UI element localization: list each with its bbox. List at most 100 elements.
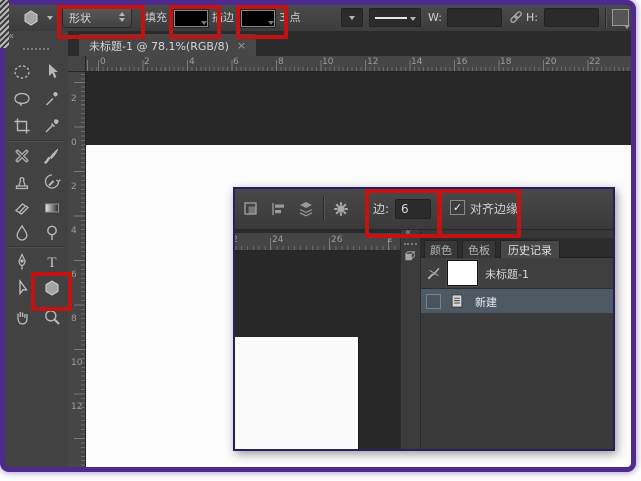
inset-options-bar: 边: 6 ✓ 对齐边缘 xyxy=(235,189,613,230)
clone-stamp-tool[interactable] xyxy=(10,170,34,194)
stroke-width-value[interactable]: 3 点 xyxy=(279,11,301,25)
path-arrangement-icon[interactable] xyxy=(296,199,316,219)
stroke-style-line-preview xyxy=(375,17,407,19)
tools-divider xyxy=(9,246,64,248)
ruler-corner xyxy=(68,56,86,72)
stroke-style-select[interactable] xyxy=(369,8,421,27)
history-source-icon[interactable] xyxy=(426,265,442,281)
horizontal-ruler[interactable]: 0 2 4 6 8 10 12 14 16 18 20 22 xyxy=(86,56,631,72)
hand-tool[interactable] xyxy=(10,305,34,329)
move-tool[interactable] xyxy=(40,60,64,84)
path-operations-icon[interactable] xyxy=(241,199,261,219)
tab-swatches[interactable]: 色板 xyxy=(462,240,496,258)
inset-document-page xyxy=(235,337,358,449)
ruler-number: 0 xyxy=(100,57,106,67)
history-step-label: 新建 xyxy=(475,294,497,310)
align-edges-label: 对齐边缘 xyxy=(470,202,518,216)
tool-mode-value: 形状 xyxy=(69,10,91,26)
ruler-number: 8 xyxy=(278,57,284,67)
tab-color[interactable]: 颜色 xyxy=(424,240,458,258)
ruler-number: 10 xyxy=(322,57,333,67)
dodge-tool[interactable] xyxy=(40,221,64,245)
link-dimensions-icon[interactable] xyxy=(507,8,525,26)
ruler-number: 4 xyxy=(71,226,77,236)
height-input[interactable] xyxy=(544,8,599,27)
sides-input[interactable]: 6 xyxy=(395,199,431,219)
path-operations-button[interactable] xyxy=(612,9,629,26)
eyedropper-tool[interactable] xyxy=(40,114,64,138)
history-brush-tool[interactable] xyxy=(40,170,64,194)
ruler-number: 0 xyxy=(71,138,77,148)
ruler-number: 6 xyxy=(71,270,77,280)
docked-panel-icon[interactable] xyxy=(403,249,419,265)
elliptical-marquee-tool[interactable] xyxy=(10,60,34,84)
panel-tab-row: 颜色 色板 历史记录 xyxy=(421,238,613,258)
tools-grip-handle[interactable] xyxy=(23,48,49,50)
inset-dock-grip[interactable] xyxy=(404,243,417,245)
width-label: W: xyxy=(428,11,442,25)
polygon-tool-preset-icon[interactable] xyxy=(21,8,41,28)
gradient-tool[interactable] xyxy=(40,196,64,220)
ruler-number: 22 xyxy=(589,57,600,67)
healing-brush-tool[interactable] xyxy=(10,144,34,168)
history-empty-area xyxy=(421,313,613,449)
stroke-width-dropdown[interactable] xyxy=(341,8,363,27)
inset-screenshot: 边: 6 ✓ 对齐边缘 2 24 26 2 « xyxy=(233,187,615,451)
ruler-number: 10 xyxy=(71,358,82,368)
align-edges-checkbox[interactable]: ✓ xyxy=(450,200,465,215)
width-input[interactable] xyxy=(447,8,502,27)
blur-tool[interactable] xyxy=(10,221,34,245)
tool-mode-select[interactable]: 形状 xyxy=(62,7,132,28)
tool-preset-caret-icon[interactable] xyxy=(47,16,53,20)
inset-horizontal-ruler: 2 24 26 2 xyxy=(235,233,400,251)
snapshot-thumbnail[interactable] xyxy=(447,260,478,286)
eraser-tool[interactable] xyxy=(10,196,34,220)
torn-edge-artifact xyxy=(0,0,9,48)
inset-panel-group: 颜色 色板 历史记录 未标题-1 新建 xyxy=(421,230,613,449)
fill-swatch[interactable] xyxy=(174,10,208,27)
path-selection-tool[interactable] xyxy=(10,276,34,300)
ruler-number: 26 xyxy=(331,235,342,245)
ruler-number: 18 xyxy=(500,57,511,67)
ruler-number: 2 xyxy=(71,94,77,104)
fill-swatch-caret-icon xyxy=(201,21,207,25)
ruler-number: 2 xyxy=(71,182,77,192)
stroke-swatch[interactable] xyxy=(241,10,275,27)
geometry-settings-gear-icon[interactable] xyxy=(331,199,351,219)
history-source-checkbox[interactable] xyxy=(426,294,441,309)
ruler-number: 4 xyxy=(189,57,195,67)
tab-history[interactable]: 历史记录 xyxy=(500,240,560,258)
photoshop-window: 形状 填充 描边 3 点 W: H: xyxy=(0,0,636,472)
document-tab-close-icon[interactable]: × xyxy=(237,39,246,52)
vertical-ruler[interactable]: 2 0 2 4 6 8 10 12 xyxy=(68,72,86,467)
path-alignment-icon[interactable] xyxy=(268,199,288,219)
document-tab[interactable]: 未标题-1 @ 78.1%(RGB/8) × xyxy=(78,33,257,57)
ruler-number: 14 xyxy=(411,57,422,67)
ruler-number: 2 xyxy=(235,235,238,245)
ruler-number: 12 xyxy=(367,57,378,67)
crop-tool[interactable] xyxy=(10,114,34,138)
annotated-screenshot: 形状 填充 描边 3 点 W: H: xyxy=(0,0,641,481)
tools-divider xyxy=(9,140,64,142)
polygon-shape-tool[interactable] xyxy=(40,276,64,300)
stroke-swatch-caret-icon xyxy=(268,21,274,25)
height-label: H: xyxy=(526,11,538,25)
history-snapshot-row[interactable]: 未标题-1 xyxy=(421,258,613,289)
inset-collapse-button[interactable]: « xyxy=(405,227,411,238)
history-step-row-selected[interactable]: 新建 xyxy=(421,289,613,313)
options-bar: 形状 填充 描边 3 点 W: H: xyxy=(5,5,631,32)
options-separator xyxy=(605,7,607,28)
tools-panel: « xyxy=(5,31,69,467)
magic-wand-tool[interactable] xyxy=(40,87,64,111)
inset-canvas-pane: 2 24 26 2 xyxy=(235,230,400,449)
document-tab-bar: 未标题-1 @ 78.1%(RGB/8) × xyxy=(68,31,631,57)
type-tool[interactable] xyxy=(40,250,64,274)
lasso-tool[interactable] xyxy=(10,87,34,111)
brush-tool[interactable] xyxy=(40,144,64,168)
ruler-number: 6 xyxy=(233,57,239,67)
inset-separator xyxy=(323,197,325,221)
select-arrows-icon xyxy=(119,12,125,22)
ruler-number: 12 xyxy=(71,402,82,412)
pen-tool[interactable] xyxy=(10,250,34,274)
zoom-tool[interactable] xyxy=(40,305,64,329)
